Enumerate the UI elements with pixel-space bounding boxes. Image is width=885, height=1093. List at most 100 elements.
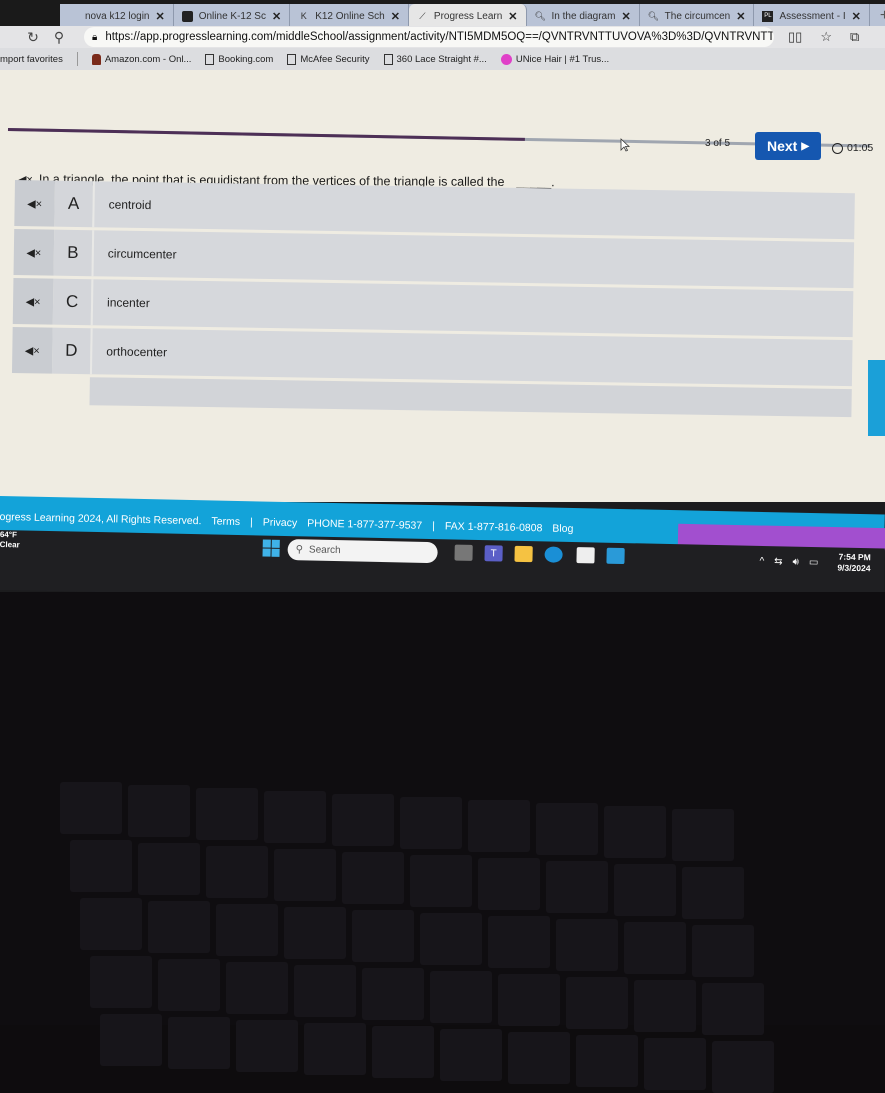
close-icon[interactable]: ✕ <box>391 10 400 23</box>
tab-k12-online-school[interactable]: K K12 Online Sch ✕ <box>290 4 409 28</box>
choice-text[interactable]: incenter <box>90 279 854 338</box>
choice-text[interactable]: orthocenter <box>89 328 853 387</box>
keyboard-key <box>508 1032 570 1084</box>
progress-fill <box>7 128 526 141</box>
amazon-icon <box>91 53 101 65</box>
keyboard-key <box>576 1035 638 1087</box>
keyboard-key <box>196 788 258 840</box>
keyboard-key <box>536 803 598 855</box>
tab-assessment[interactable]: PL Assessment - I ✕ <box>754 4 870 28</box>
speaker-icon[interactable]: ◀× <box>13 228 55 276</box>
keyboard-key <box>226 962 288 1014</box>
favorite-booking[interactable]: Booking.com <box>205 53 273 65</box>
terms-link[interactable]: Terms <box>211 515 240 528</box>
unice-icon <box>500 53 512 65</box>
search-icon[interactable]: ⚲ <box>46 29 72 46</box>
teams-icon[interactable]: T <box>484 545 503 562</box>
network-icon[interactable]: ⇆ <box>774 556 783 567</box>
fax-number: FAX 1-877-816-0808 <box>444 520 543 535</box>
reading-view-icon[interactable]: ▯▯ <box>788 29 802 45</box>
file-explorer-icon[interactable] <box>514 545 533 563</box>
privacy-link[interactable]: Privacy <box>263 517 298 530</box>
clock-date: 9/3/2024 <box>837 562 871 574</box>
close-icon[interactable]: ✕ <box>852 10 861 23</box>
keyboard-key <box>468 800 530 852</box>
collections-icon[interactable]: ⧉ <box>850 29 859 45</box>
favorites-icon[interactable]: ☆ <box>820 29 832 45</box>
side-tools-widget[interactable] <box>868 360 885 436</box>
keyboard-key <box>410 855 472 907</box>
keyboard-key <box>148 901 210 953</box>
keyboard-key <box>158 959 220 1011</box>
choice-text[interactable]: circumcenter <box>91 230 855 289</box>
taskbar-search[interactable]: ⚲ Search <box>287 539 438 564</box>
favorite-amazon[interactable]: Amazon.com - Onl... <box>91 53 191 65</box>
chevron-up-icon[interactable]: ^ <box>759 556 764 567</box>
keyboard-key <box>342 852 404 904</box>
browser-tab-strip: nova k12 login ✕ Online K-12 Sc ✕ K K12 … <box>0 0 885 28</box>
search-icon: ⚲ <box>295 544 304 556</box>
keyboard-key <box>100 1014 162 1066</box>
activity-page: 3 of 5 Next ▶ 01:05 ◀× In a triangle, th… <box>0 70 885 502</box>
keyboard-key <box>70 840 132 892</box>
weather-widget[interactable]: 64°F Clear <box>0 530 20 550</box>
refresh-icon[interactable]: ↻ <box>20 29 46 46</box>
close-icon[interactable]: ✕ <box>272 10 281 23</box>
battery-icon[interactable]: ▭ <box>809 557 819 568</box>
close-icon[interactable]: ✕ <box>736 10 745 23</box>
windows-start-icon[interactable] <box>262 539 280 557</box>
blog-link[interactable]: Blog <box>552 523 573 535</box>
keyboard-key <box>644 1038 706 1090</box>
keyboard-key <box>372 1026 434 1078</box>
tab-in-the-diagram[interactable]: 🔍︎ In the diagram ✕ <box>527 4 640 28</box>
timer: 01:05 <box>832 142 873 154</box>
edge-browser-icon[interactable] <box>544 546 563 563</box>
question-counter: 3 of 5 <box>705 138 731 149</box>
favorite-mcafee[interactable]: McAfee Security <box>287 53 370 65</box>
keyboard-key <box>400 797 462 849</box>
tab-nova-k12-login[interactable]: nova k12 login ✕ <box>60 4 174 28</box>
document-icon <box>383 53 393 65</box>
keyboard-key <box>430 971 492 1023</box>
close-icon[interactable]: ✕ <box>508 10 517 23</box>
close-icon[interactable]: ✕ <box>621 10 630 23</box>
choice-letter: C <box>52 278 92 326</box>
assessment-icon: PL <box>762 10 774 22</box>
choice-text[interactable]: centroid <box>92 181 855 240</box>
keyboard-key <box>682 867 744 919</box>
phone-number: PHONE 1-877-377-9537 <box>307 517 423 532</box>
next-button[interactable]: Next ▶ <box>755 132 821 160</box>
keyboard-key <box>60 782 122 834</box>
speaker-icon[interactable]: ◀× <box>12 277 54 325</box>
keyboard-key <box>478 858 540 910</box>
browser-toolbar: ↻ ⚲ 🔒︎ https://app.progresslearning.com/… <box>0 26 885 48</box>
choice-letter: A <box>54 180 93 228</box>
document-icon <box>205 53 215 65</box>
microsoft-store-icon[interactable] <box>576 547 595 564</box>
import-favorites-link[interactable]: mport favorites <box>0 54 63 65</box>
tab-label: Progress Learn <box>433 10 503 22</box>
tab-online-k12[interactable]: Online K-12 Sc ✕ <box>174 4 291 28</box>
keyboard-key <box>672 809 734 861</box>
system-clock[interactable]: 7:54 PM 9/3/2024 <box>837 552 871 575</box>
speaker-icon[interactable]: ◀× <box>11 326 53 374</box>
tab-the-circumcenter[interactable]: 🔍︎ The circumcen ✕ <box>640 4 755 28</box>
document-icon <box>287 53 297 65</box>
keyboard-key <box>352 910 414 962</box>
address-bar[interactable]: 🔒︎ https://app.progresslearning.com/midd… <box>84 27 774 47</box>
favorite-360-lace[interactable]: 360 Lace Straight #... <box>383 53 487 65</box>
app-icon[interactable] <box>606 547 625 565</box>
divider: | <box>249 516 253 529</box>
keyboard-key <box>304 1023 366 1075</box>
divider: | <box>432 520 436 533</box>
timer-value: 01:05 <box>847 142 874 154</box>
task-view-icon[interactable] <box>454 544 473 561</box>
keyboard-key <box>138 843 200 895</box>
new-tab-button[interactable]: + <box>870 7 885 25</box>
volume-icon[interactable]: 🔊︎ <box>792 557 799 568</box>
tab-progress-learning[interactable]: ⟋ Progress Learn ✕ <box>408 4 527 28</box>
speaker-icon[interactable]: ◀× <box>14 180 55 227</box>
favorite-unice-hair[interactable]: UNice Hair | #1 Trus... <box>500 53 609 65</box>
tab-label: K12 Online Sch <box>315 10 385 22</box>
close-icon[interactable]: ✕ <box>156 10 165 23</box>
